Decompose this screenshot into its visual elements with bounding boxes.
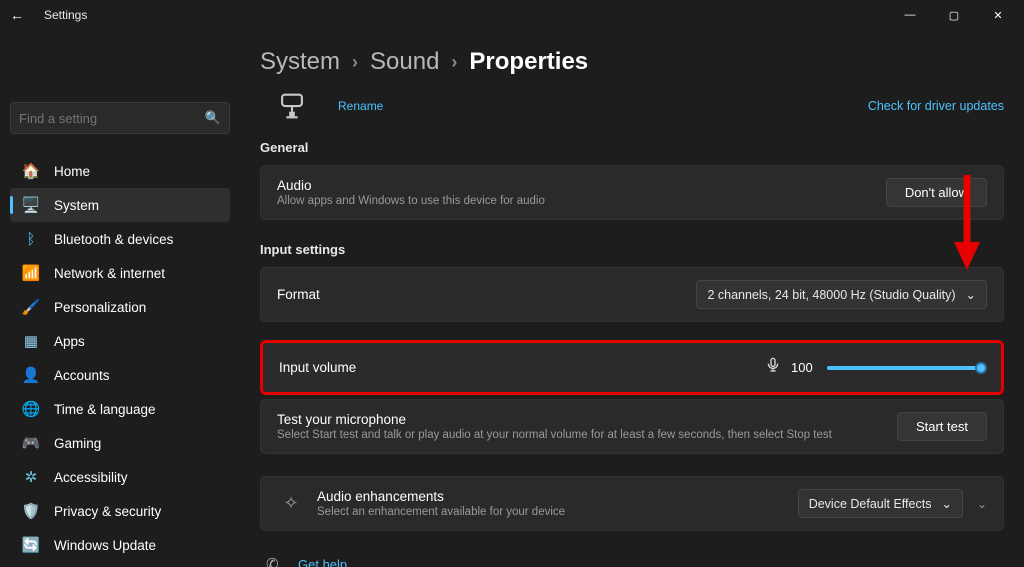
chevron-right-icon: › xyxy=(352,52,358,73)
sidebar-item-label: Windows Update xyxy=(54,538,156,553)
bluetooth-icon: ᛒ xyxy=(20,231,42,248)
sidebar-item-network[interactable]: 📶 Network & internet xyxy=(10,256,230,290)
sidebar-item-label: Privacy & security xyxy=(54,504,161,519)
test-mic-desc: Select Start test and talk or play audio… xyxy=(277,429,832,441)
sidebar-item-accessibility[interactable]: ✲ Accessibility xyxy=(10,460,230,494)
enhancements-value: Device Default Effects xyxy=(809,497,932,511)
rename-link[interactable]: Rename xyxy=(338,99,383,113)
sidebar-item-system[interactable]: 🖥️ System xyxy=(10,188,230,222)
breadcrumb-properties: Properties xyxy=(469,48,588,76)
update-icon: 🔄 xyxy=(20,536,42,554)
audio-allow-card: Audio Allow apps and Windows to use this… xyxy=(260,165,1004,220)
gamepad-icon: 🎮 xyxy=(20,434,42,452)
breadcrumb-system[interactable]: System xyxy=(260,48,340,76)
sidebar-item-label: Accessibility xyxy=(54,470,128,485)
sparkle-icon: ✧ xyxy=(277,493,305,514)
dont-allow-button[interactable]: Don't allow xyxy=(886,178,987,207)
chevron-down-icon: ⌄ xyxy=(966,287,976,302)
accessibility-icon: ✲ xyxy=(20,468,42,486)
sidebar-item-label: Home xyxy=(54,164,90,179)
sidebar-item-label: Gaming xyxy=(54,436,101,451)
sidebar-item-time-language[interactable]: 🌐 Time & language xyxy=(10,392,230,426)
sidebar-item-accounts[interactable]: 👤 Accounts xyxy=(10,358,230,392)
back-button[interactable]: ← xyxy=(4,2,30,28)
sidebar-item-label: Apps xyxy=(54,334,85,349)
microphone-icon xyxy=(765,357,781,378)
sidebar-item-label: Time & language xyxy=(54,402,156,417)
test-mic-row: Test your microphone Select Start test a… xyxy=(260,399,1004,454)
globe-icon: 🌐 xyxy=(20,400,42,418)
format-dropdown[interactable]: 2 channels, 24 bit, 48000 Hz (Studio Qua… xyxy=(696,280,987,309)
breadcrumb: System › Sound › Properties xyxy=(260,30,1004,76)
input-volume-row: Input volume 100 xyxy=(263,343,1001,392)
enhancements-title: Audio enhancements xyxy=(317,489,565,504)
format-value: 2 channels, 24 bit, 48000 Hz (Studio Qua… xyxy=(707,288,955,302)
person-icon: 👤 xyxy=(20,366,42,384)
driver-update-link[interactable]: Check for driver updates xyxy=(868,99,1004,113)
sidebar-item-label: Accounts xyxy=(54,368,110,383)
sidebar-item-bluetooth[interactable]: ᛒ Bluetooth & devices xyxy=(10,222,230,256)
home-icon: 🏠 xyxy=(20,162,42,180)
shield-icon: 🛡️ xyxy=(20,502,42,520)
chevron-down-icon: ⌄ xyxy=(977,497,987,511)
audio-desc: Allow apps and Windows to use this devic… xyxy=(277,195,545,207)
section-general: General xyxy=(260,140,1004,155)
test-mic-title: Test your microphone xyxy=(277,412,832,427)
get-help-link[interactable]: ✆ Get help xyxy=(260,551,1004,567)
section-input: Input settings xyxy=(260,242,1004,257)
input-volume-value: 100 xyxy=(791,360,817,375)
sidebar-item-windows-update[interactable]: 🔄 Windows Update xyxy=(10,528,230,562)
sidebar-item-gaming[interactable]: 🎮 Gaming xyxy=(10,426,230,460)
microphone-device-icon xyxy=(270,84,314,128)
close-button[interactable]: ✕ xyxy=(976,0,1020,30)
wifi-icon: 📶 xyxy=(20,264,42,282)
breadcrumb-sound[interactable]: Sound xyxy=(370,48,439,76)
start-test-button[interactable]: Start test xyxy=(897,412,987,441)
sidebar-item-label: Network & internet xyxy=(54,266,165,281)
input-volume-highlight: Input volume 100 xyxy=(260,340,1004,395)
input-volume-label: Input volume xyxy=(279,360,356,375)
sidebar-item-label: Bluetooth & devices xyxy=(54,232,173,247)
minimize-button[interactable]: — xyxy=(888,0,932,30)
format-row: Format 2 channels, 24 bit, 48000 Hz (Stu… xyxy=(260,267,1004,322)
sidebar-item-privacy[interactable]: 🛡️ Privacy & security xyxy=(10,494,230,528)
apps-icon: ▦ xyxy=(20,332,42,350)
format-label: Format xyxy=(277,287,320,302)
chevron-right-icon: › xyxy=(451,52,457,73)
enhancements-desc: Select an enhancement available for your… xyxy=(317,506,565,518)
help-icon: ✆ xyxy=(266,555,284,567)
get-help-label: Get help xyxy=(298,557,347,567)
sidebar-item-personalization[interactable]: 🖌️ Personalization xyxy=(10,290,230,324)
sidebar-item-home[interactable]: 🏠 Home xyxy=(10,154,230,188)
audio-title: Audio xyxy=(277,178,545,193)
sidebar-item-label: Personalization xyxy=(54,300,146,315)
search-icon: 🔍 xyxy=(205,110,221,126)
search-input[interactable] xyxy=(19,111,205,126)
maximize-button[interactable]: ▢ xyxy=(932,0,976,30)
app-title: Settings xyxy=(44,8,87,22)
account-area xyxy=(10,30,230,102)
search-box[interactable]: 🔍 xyxy=(10,102,230,134)
brush-icon: 🖌️ xyxy=(20,298,42,316)
chevron-down-icon: ⌄ xyxy=(941,496,951,511)
input-volume-slider[interactable] xyxy=(827,361,985,375)
audio-enhancements-row[interactable]: ✧ Audio enhancements Select an enhanceme… xyxy=(260,476,1004,531)
system-icon: 🖥️ xyxy=(20,196,42,214)
enhancements-dropdown[interactable]: Device Default Effects ⌄ xyxy=(798,489,963,518)
sidebar-item-label: System xyxy=(54,198,99,213)
sidebar-item-apps[interactable]: ▦ Apps xyxy=(10,324,230,358)
